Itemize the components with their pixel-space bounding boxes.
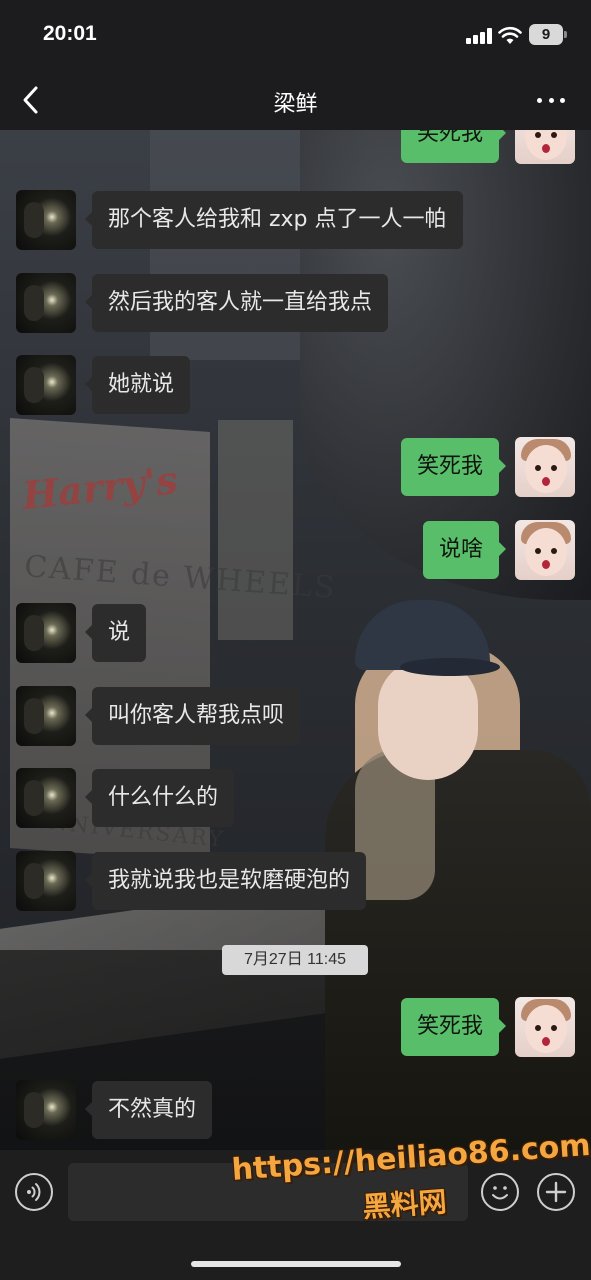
message-row-incoming: 那个客人给我和 zxp 点了一人一帕 xyxy=(16,190,463,250)
contact-avatar[interactable] xyxy=(16,851,76,911)
signal-icon xyxy=(466,28,492,44)
contact-avatar[interactable] xyxy=(16,768,76,828)
message-row-incoming: 我就说我也是软磨硬泡的 xyxy=(16,851,367,911)
contact-avatar[interactable] xyxy=(16,190,76,250)
battery-level: 9 xyxy=(529,24,563,45)
message-bubble[interactable]: 笑死我 xyxy=(400,998,507,1056)
my-avatar[interactable] xyxy=(515,997,575,1057)
message-bubble[interactable]: 什么什么的 xyxy=(84,769,235,827)
message-bubble[interactable]: 说 xyxy=(84,604,147,662)
status-time: 20:01 xyxy=(43,22,97,45)
message-bubble[interactable]: 笑死我 xyxy=(400,130,507,163)
home-indicator xyxy=(191,1261,401,1267)
watermark-name: 黑料网 xyxy=(361,1185,448,1224)
message-row-outgoing: 说啥 xyxy=(422,520,575,580)
contact-avatar[interactable] xyxy=(16,603,76,663)
my-avatar[interactable] xyxy=(515,520,575,580)
message-row-incoming: 什么什么的 xyxy=(16,768,235,828)
message-bubble[interactable]: 那个客人给我和 zxp 点了一人一帕 xyxy=(85,191,463,249)
my-avatar[interactable] xyxy=(515,437,575,497)
message-bubble[interactable]: 我就说我也是软磨硬泡的 xyxy=(84,852,367,910)
voice-button[interactable] xyxy=(15,1173,53,1211)
wifi-icon xyxy=(498,25,522,45)
contact-avatar[interactable] xyxy=(16,355,76,415)
more-button[interactable] xyxy=(533,88,569,112)
more-dots-icon xyxy=(537,97,542,103)
message-timestamp: 7月27日 11:45 xyxy=(222,945,368,975)
message-row-outgoing: 笑死我 xyxy=(400,997,575,1057)
message-bubble[interactable]: 说啥 xyxy=(422,521,507,579)
message-row-outgoing: 笑死我 xyxy=(400,437,575,497)
status-bar: 20:01 9 xyxy=(0,0,591,70)
message-bubble[interactable]: 笑死我 xyxy=(400,438,507,496)
contact-avatar[interactable] xyxy=(16,686,76,746)
message-row-incoming: 她就说 xyxy=(16,355,191,415)
contact-avatar[interactable] xyxy=(16,1080,76,1140)
chat-title: 梁鲜 xyxy=(273,92,318,117)
message-list[interactable]: 笑死我 那个客人给我和 zxp 点了一人一帕 然后我的客人就一直给我点 她就说 … xyxy=(0,130,591,1150)
voice-icon xyxy=(27,1183,41,1201)
message-row-incoming: 说 xyxy=(16,603,147,663)
nav-bar: 梁鲜 xyxy=(0,70,591,130)
message-bubble[interactable]: 她就说 xyxy=(84,356,191,414)
contact-avatar[interactable] xyxy=(16,273,76,333)
message-row-outgoing: 笑死我 xyxy=(400,130,575,164)
my-avatar[interactable] xyxy=(515,130,575,164)
message-row-incoming: 叫你客人帮我点呗 xyxy=(16,686,301,746)
message-bubble[interactable]: 叫你客人帮我点呗 xyxy=(84,687,301,745)
message-bubble[interactable]: 不然真的 xyxy=(84,1081,213,1139)
message-row-incoming: 不然真的 xyxy=(16,1080,213,1140)
battery-icon: 9 xyxy=(529,24,567,45)
message-row-incoming: 然后我的客人就一直给我点 xyxy=(16,273,389,333)
message-bubble[interactable]: 然后我的客人就一直给我点 xyxy=(84,274,389,332)
